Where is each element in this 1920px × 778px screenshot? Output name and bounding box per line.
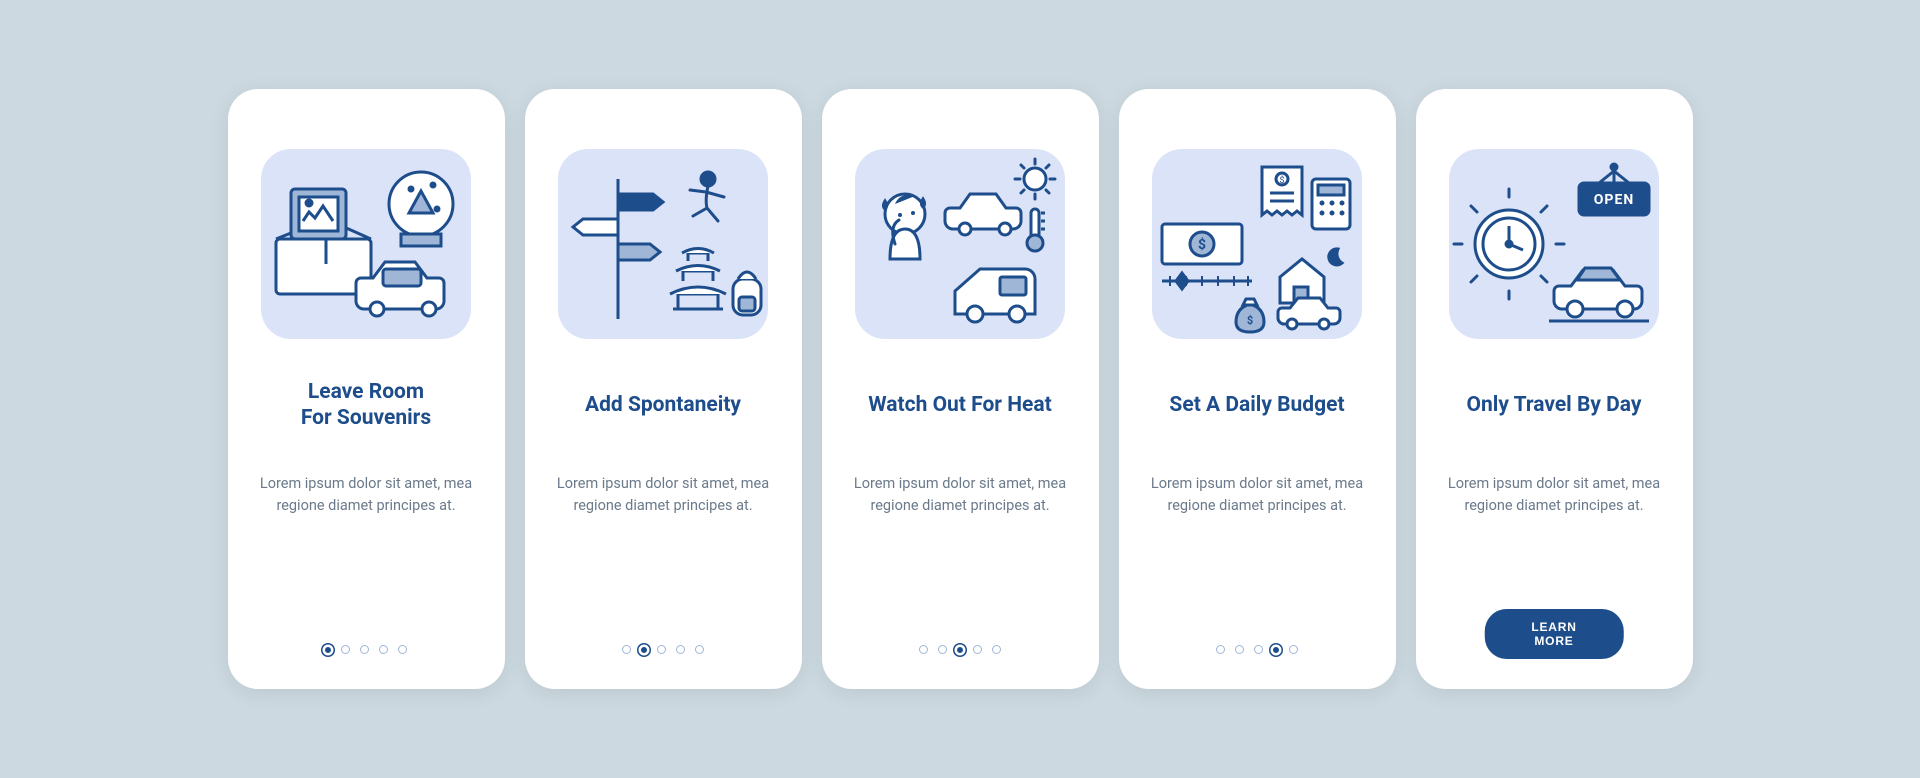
souvenirs-icon [261,149,471,339]
dot-3[interactable] [957,647,963,653]
budget-icon: $ $ [1152,149,1362,339]
card-title: Only Travel By Day [1467,377,1642,433]
spontaneity-illustration [558,149,768,339]
page-indicator [1119,645,1396,654]
card-title: Leave RoomFor Souvenirs [301,377,431,433]
dot-4[interactable] [379,645,388,654]
onboarding-card-spontaneity: Add Spontaneity Lorem ipsum dolor sit am… [525,89,802,689]
dot-5[interactable] [992,645,1001,654]
dot-5[interactable] [398,645,407,654]
dot-4[interactable] [973,645,982,654]
onboarding-card-daytravel: OPEN Only Travel By Day Lorem ipsum dolo… [1416,89,1693,689]
dot-5[interactable] [1289,645,1298,654]
onboarding-card-budget: $ $ [1119,89,1396,689]
card-title: Watch Out For Heat [868,377,1051,433]
card-body: Lorem ipsum dolor sit amet, mea regione … [553,473,774,518]
page-indicator [822,645,1099,654]
onboarding-card-heat: Watch Out For Heat Lorem ipsum dolor sit… [822,89,1099,689]
svg-text:$: $ [1279,175,1284,186]
page-indicator [525,645,802,654]
souvenirs-illustration [261,149,471,339]
dot-1[interactable] [325,647,331,653]
card-title: Add Spontaneity [585,377,741,433]
dot-4[interactable] [676,645,685,654]
heat-icon [855,149,1065,339]
dot-3[interactable] [1254,645,1263,654]
onboarding-cards-row: Leave RoomFor Souvenirs Lorem ipsum dolo… [198,59,1723,719]
dot-4[interactable] [1273,647,1279,653]
dot-2[interactable] [341,645,350,654]
daytravel-icon: OPEN [1449,149,1659,339]
dot-2[interactable] [641,647,647,653]
dot-1[interactable] [1216,645,1225,654]
card-body: Lorem ipsum dolor sit amet, mea regione … [850,473,1071,518]
svg-text:$: $ [1198,236,1206,253]
budget-illustration: $ $ [1152,149,1362,339]
svg-text:OPEN: OPEN [1594,192,1634,208]
card-title: Set A Daily Budget [1169,377,1344,433]
dot-2[interactable] [938,645,947,654]
svg-text:$: $ [1247,314,1253,327]
onboarding-card-souvenirs: Leave RoomFor Souvenirs Lorem ipsum dolo… [228,89,505,689]
dot-2[interactable] [1235,645,1244,654]
page-indicator [228,645,505,654]
spontaneity-icon [558,149,768,339]
card-body: Lorem ipsum dolor sit amet, mea regione … [1444,473,1665,518]
dot-3[interactable] [657,645,666,654]
dot-1[interactable] [919,645,928,654]
dot-1[interactable] [622,645,631,654]
learn-more-button[interactable]: LEARN MORE [1485,609,1624,659]
heat-illustration [855,149,1065,339]
dot-3[interactable] [360,645,369,654]
dot-5[interactable] [695,645,704,654]
card-body: Lorem ipsum dolor sit amet, mea regione … [256,473,477,518]
card-body: Lorem ipsum dolor sit amet, mea regione … [1147,473,1368,518]
daytravel-illustration: OPEN [1449,149,1659,339]
